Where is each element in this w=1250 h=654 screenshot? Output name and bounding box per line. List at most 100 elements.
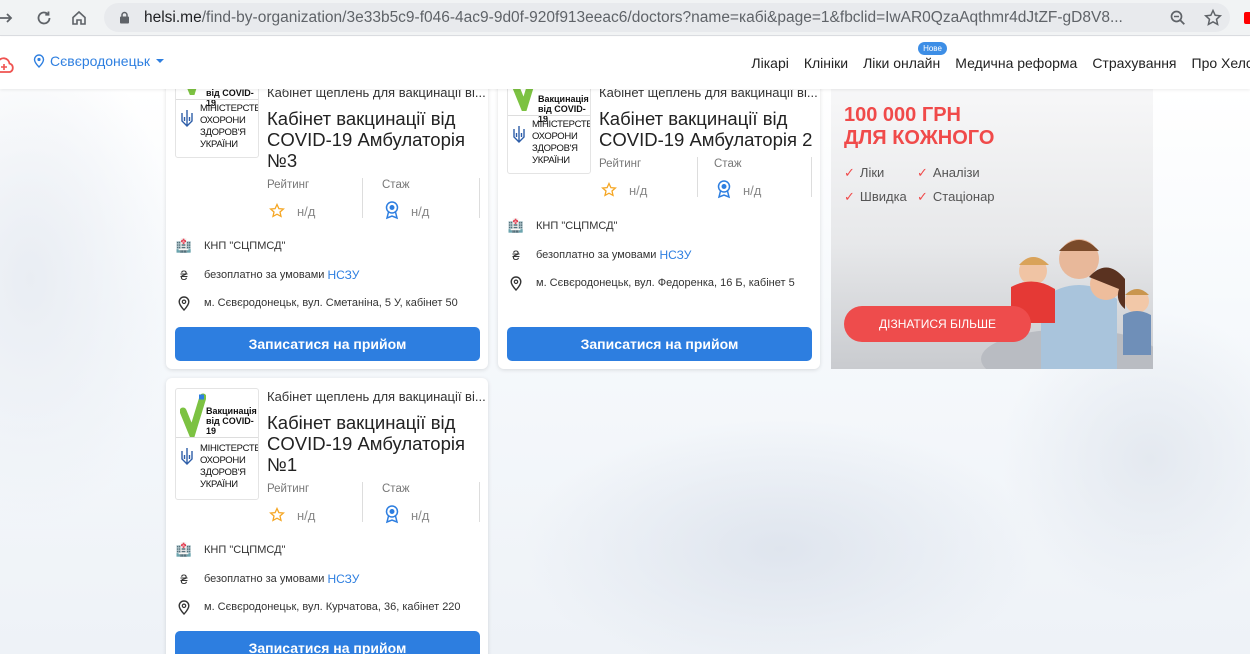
location-pin-icon bbox=[33, 54, 45, 68]
book-appointment-button[interactable]: Записатися на прийом bbox=[175, 631, 480, 654]
doctor-name[interactable]: Кабінет вакцинації від COVID-19 Амбулато… bbox=[267, 412, 482, 475]
doctor-specialty: Кабінет щеплень для вакцинації ві... bbox=[267, 389, 486, 404]
price-row: ₴ безоплатно за умовами НСЗУ bbox=[508, 247, 691, 263]
org-row: 🏥 КНП "СЦПМСД" bbox=[507, 218, 618, 234]
rating-label: Рейтинг bbox=[599, 158, 642, 170]
org-name: КНП "СЦПМСД" bbox=[204, 240, 286, 252]
rating-value: н/д bbox=[297, 204, 316, 219]
youtube-extension-icon[interactable] bbox=[1244, 12, 1250, 24]
trident-icon bbox=[513, 126, 525, 143]
award-icon bbox=[717, 180, 731, 199]
nszu-link[interactable]: НСЗУ bbox=[327, 268, 359, 282]
nav-doctors[interactable]: Лікарі bbox=[751, 55, 788, 71]
org-name: КНП "СЦПМСД" bbox=[536, 220, 618, 232]
org-name: КНП "СЦПМСД" bbox=[204, 544, 286, 556]
star-icon bbox=[269, 203, 285, 218]
rating-label: Рейтинг bbox=[267, 179, 310, 191]
nszu-link[interactable]: НСЗУ bbox=[327, 572, 359, 586]
price-text: безоплатно за умовами bbox=[204, 269, 325, 281]
price-text: безоплатно за умовами bbox=[204, 573, 325, 585]
insurance-ad-banner[interactable]: 100 000 ГРН ДЛЯ КОЖНОГО ✓ Ліки ✓ Аналізи ✓ Ш… bbox=[831, 89, 1153, 369]
organization-logo: Вакцинаціявід COVID-19 МІНІСТЕРСТВООХОРО… bbox=[175, 388, 259, 500]
lock-icon bbox=[120, 11, 129, 24]
building-icon: 🏥 bbox=[507, 218, 525, 233]
check-icon: ✓ bbox=[844, 189, 855, 204]
doctor-name[interactable]: Кабінет вакцинації від COVID-19 Амбулато… bbox=[599, 108, 819, 150]
check-icon: ✓ bbox=[844, 165, 855, 180]
helsi-logo-icon[interactable] bbox=[0, 55, 16, 75]
city-name: Сєвєродонецьк bbox=[50, 53, 151, 69]
book-appointment-button[interactable]: Записатися на прийом bbox=[507, 327, 812, 361]
rating-value: н/д bbox=[629, 183, 648, 198]
address-text: м. Сєвєродонецьк, вул. Курчатова, 36, ка… bbox=[204, 601, 461, 613]
trident-icon bbox=[181, 448, 193, 465]
address-bar[interactable]: helsi.me/find-by-organization/3e33b5c9-f… bbox=[104, 3, 1230, 32]
ad-item: ✓ Ліки bbox=[844, 165, 885, 180]
trident-icon bbox=[181, 110, 193, 127]
url-text: helsi.me/find-by-organization/3e33b5c9-f… bbox=[144, 9, 1123, 26]
star-icon bbox=[269, 507, 285, 522]
zoom-icon[interactable] bbox=[1168, 8, 1188, 28]
nav-about[interactable]: Про Хелсі bbox=[1192, 55, 1250, 71]
building-icon: 🏥 bbox=[175, 542, 193, 557]
location-pin-icon bbox=[508, 275, 524, 291]
experience-label: Стаж bbox=[714, 158, 742, 170]
nav-clinics[interactable]: Клініки bbox=[804, 55, 848, 71]
check-icon: ✓ bbox=[917, 189, 928, 204]
org-row: 🏥 КНП "СЦПМСД" bbox=[175, 542, 286, 558]
family-photo-icon bbox=[981, 239, 1153, 369]
nszu-link[interactable]: НСЗУ bbox=[659, 248, 691, 262]
hryvnia-icon: ₴ bbox=[180, 267, 188, 283]
ad-item: ✓ Швидка bbox=[844, 189, 907, 204]
doctor-card: Вакцинаціявід COVID-19 МІНІСТЕРСТВООХОРО… bbox=[166, 72, 488, 369]
forward-icon[interactable] bbox=[0, 6, 18, 30]
address-row: м. Сєвєродонецьк, вул. Федоренка, 16 Б, … bbox=[508, 275, 795, 291]
reload-icon[interactable] bbox=[32, 6, 56, 30]
nav-medicines-online[interactable]: Ліки онлайн Нове bbox=[863, 42, 947, 71]
nav-medical-reform[interactable]: Медична реформа bbox=[955, 55, 1077, 71]
location-pin-icon bbox=[176, 295, 192, 311]
award-icon bbox=[385, 505, 399, 524]
price-text: безоплатно за умовами bbox=[536, 249, 657, 261]
doctor-name[interactable]: Кабінет вакцинації від COVID-19 Амбулато… bbox=[267, 108, 482, 171]
book-appointment-button[interactable]: Записатися на прийом bbox=[175, 327, 480, 361]
experience-value: н/д bbox=[743, 183, 762, 198]
vaccination-v-logo-icon bbox=[180, 393, 206, 437]
site-header: Сєвєродонецьк Лікарі Клініки Ліки онлайн… bbox=[0, 37, 1250, 89]
location-pin-icon bbox=[176, 599, 192, 615]
experience-label: Стаж bbox=[382, 179, 410, 191]
logo-vaccination-text: Вакцинаціявід COVID-19 bbox=[206, 406, 257, 436]
org-row: 🏥 КНП "СЦПМСД" bbox=[175, 238, 286, 254]
logo-ministry-text: МІНІСТЕРСТВООХОРОНИЗДОРОВ'ЯУКРАЇНИ bbox=[200, 103, 258, 150]
price-row: ₴ безоплатно за умовами НСЗУ bbox=[176, 267, 359, 283]
building-icon: 🏥 bbox=[175, 238, 193, 253]
experience-label: Стаж bbox=[382, 483, 410, 495]
doctor-card: Вакцинаціявід COVID-19 МІНІСТЕРСТВООХОРО… bbox=[166, 378, 488, 654]
address-text: м. Сєвєродонецьк, вул. Федоренка, 16 Б, … bbox=[536, 277, 795, 289]
home-icon[interactable] bbox=[67, 6, 91, 30]
browser-toolbar: helsi.me/find-by-organization/3e33b5c9-f… bbox=[0, 0, 1250, 36]
nav-insurance[interactable]: Страхування bbox=[1092, 55, 1176, 71]
new-badge: Нове bbox=[918, 42, 947, 55]
ad-item: ✓ Аналізи bbox=[917, 165, 980, 180]
city-selector[interactable]: Сєвєродонецьк bbox=[33, 53, 165, 69]
price-row: ₴ безоплатно за умовами НСЗУ bbox=[176, 571, 359, 587]
bookmark-star-icon[interactable] bbox=[1203, 8, 1223, 28]
doctor-card: Вакцинаціявід COVID-19 МІНІСТЕРСТВООХОРО… bbox=[498, 72, 820, 369]
chevron-down-icon bbox=[156, 59, 165, 63]
main-nav: Лікарі Клініки Ліки онлайн Нове Медична р… bbox=[736, 37, 1250, 89]
experience-value: н/д bbox=[411, 508, 430, 523]
nav-medicines-label: Ліки онлайн bbox=[863, 55, 941, 71]
learn-more-button[interactable]: ДІЗНАТИСЯ БІЛЬШЕ bbox=[844, 306, 1031, 342]
address-row: м. Сєвєродонецьк, вул. Курчатова, 36, ка… bbox=[176, 599, 461, 615]
star-icon bbox=[601, 182, 617, 197]
address-row: м. Сєвєродонецьк, вул. Сметаніна, 5 У, к… bbox=[176, 295, 458, 311]
check-icon: ✓ bbox=[917, 165, 928, 180]
rating-label: Рейтинг bbox=[267, 483, 310, 495]
logo-ministry-text: МІНІСТЕРСТВООХОРОНИЗДОРОВ'ЯУКРАЇНИ bbox=[200, 443, 258, 490]
hryvnia-icon: ₴ bbox=[512, 247, 520, 263]
ad-title: 100 000 ГРН ДЛЯ КОЖНОГО bbox=[844, 104, 995, 149]
rating-value: н/д bbox=[297, 508, 316, 523]
experience-value: н/д bbox=[411, 204, 430, 219]
ad-item: ✓ Стаціонар bbox=[917, 189, 995, 204]
